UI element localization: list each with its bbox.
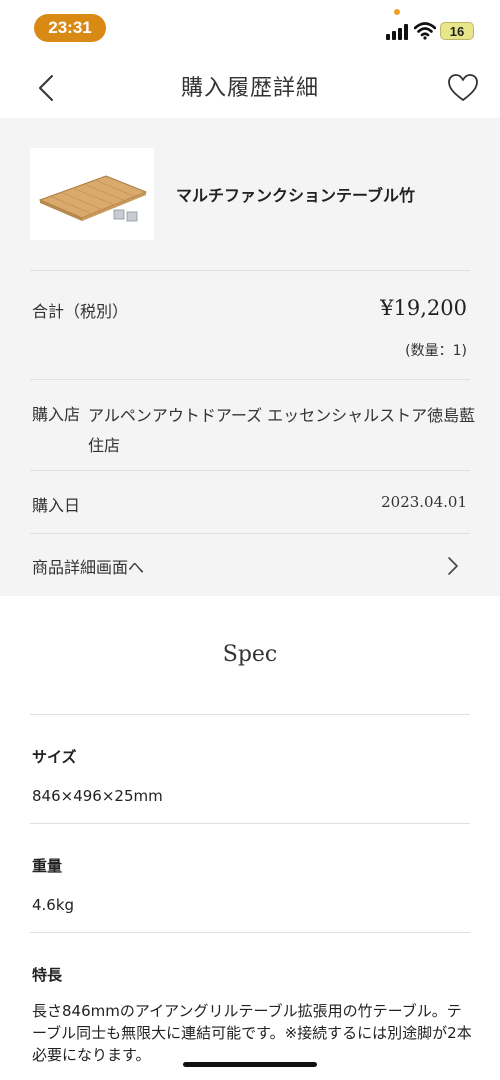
total-label: 合計（税別） bbox=[32, 302, 129, 321]
heart-icon bbox=[448, 74, 478, 101]
divider bbox=[30, 823, 470, 824]
feature-description: 長さ846mmのアイアングリルテーブル拡張用の竹テーブル。テーブル同士も無限大に… bbox=[32, 1002, 472, 1064]
divider bbox=[30, 470, 470, 471]
divider bbox=[30, 379, 470, 380]
battery-icon: 16 bbox=[440, 22, 474, 40]
nav-bar: 購入履歴詳細 bbox=[0, 56, 500, 118]
status-bar: 23:31 16 bbox=[0, 0, 500, 56]
chevron-right-icon bbox=[448, 557, 458, 575]
cellular-signal-icon bbox=[386, 24, 408, 40]
wifi-icon bbox=[414, 22, 436, 40]
status-time: 23:31 bbox=[34, 14, 106, 42]
feature-label: 特長 bbox=[32, 966, 63, 984]
product-detail-link-label: 商品詳細画面へ bbox=[32, 558, 145, 577]
purchase-date-label: 購入日 bbox=[32, 496, 81, 515]
purchase-summary: マルチファンクションテーブル竹 合計（税別） ¥19,200 (数量：1) 購入… bbox=[0, 118, 500, 596]
weight-value: 4.6kg bbox=[32, 896, 75, 914]
weight-label: 重量 bbox=[32, 857, 63, 875]
size-value: 846×496×25mm bbox=[32, 787, 163, 805]
total-price: ¥19,200 bbox=[380, 296, 467, 320]
divider bbox=[30, 932, 470, 933]
store-name: アルペンアウトドアーズ エッセンシャルストア徳島藍住店 bbox=[88, 406, 476, 455]
page-title: 購入履歴詳細 bbox=[180, 76, 319, 101]
store-label: 購入店 bbox=[32, 405, 81, 424]
privacy-indicator-dot bbox=[394, 9, 400, 15]
divider bbox=[30, 714, 470, 715]
product-row: マルチファンクションテーブル竹 bbox=[0, 118, 500, 270]
product-name: マルチファンクションテーブル竹 bbox=[176, 186, 416, 205]
favorite-button[interactable] bbox=[446, 72, 480, 104]
divider bbox=[30, 270, 470, 271]
quantity-text: (数量：1) bbox=[405, 343, 467, 359]
size-label: サイズ bbox=[32, 748, 77, 766]
home-indicator[interactable] bbox=[183, 1062, 317, 1067]
purchase-date-value: 2023.04.01 bbox=[381, 493, 467, 511]
spec-title: Spec bbox=[222, 642, 278, 667]
product-detail-link[interactable]: 商品詳細画面へ bbox=[0, 534, 500, 596]
product-image bbox=[30, 148, 154, 240]
